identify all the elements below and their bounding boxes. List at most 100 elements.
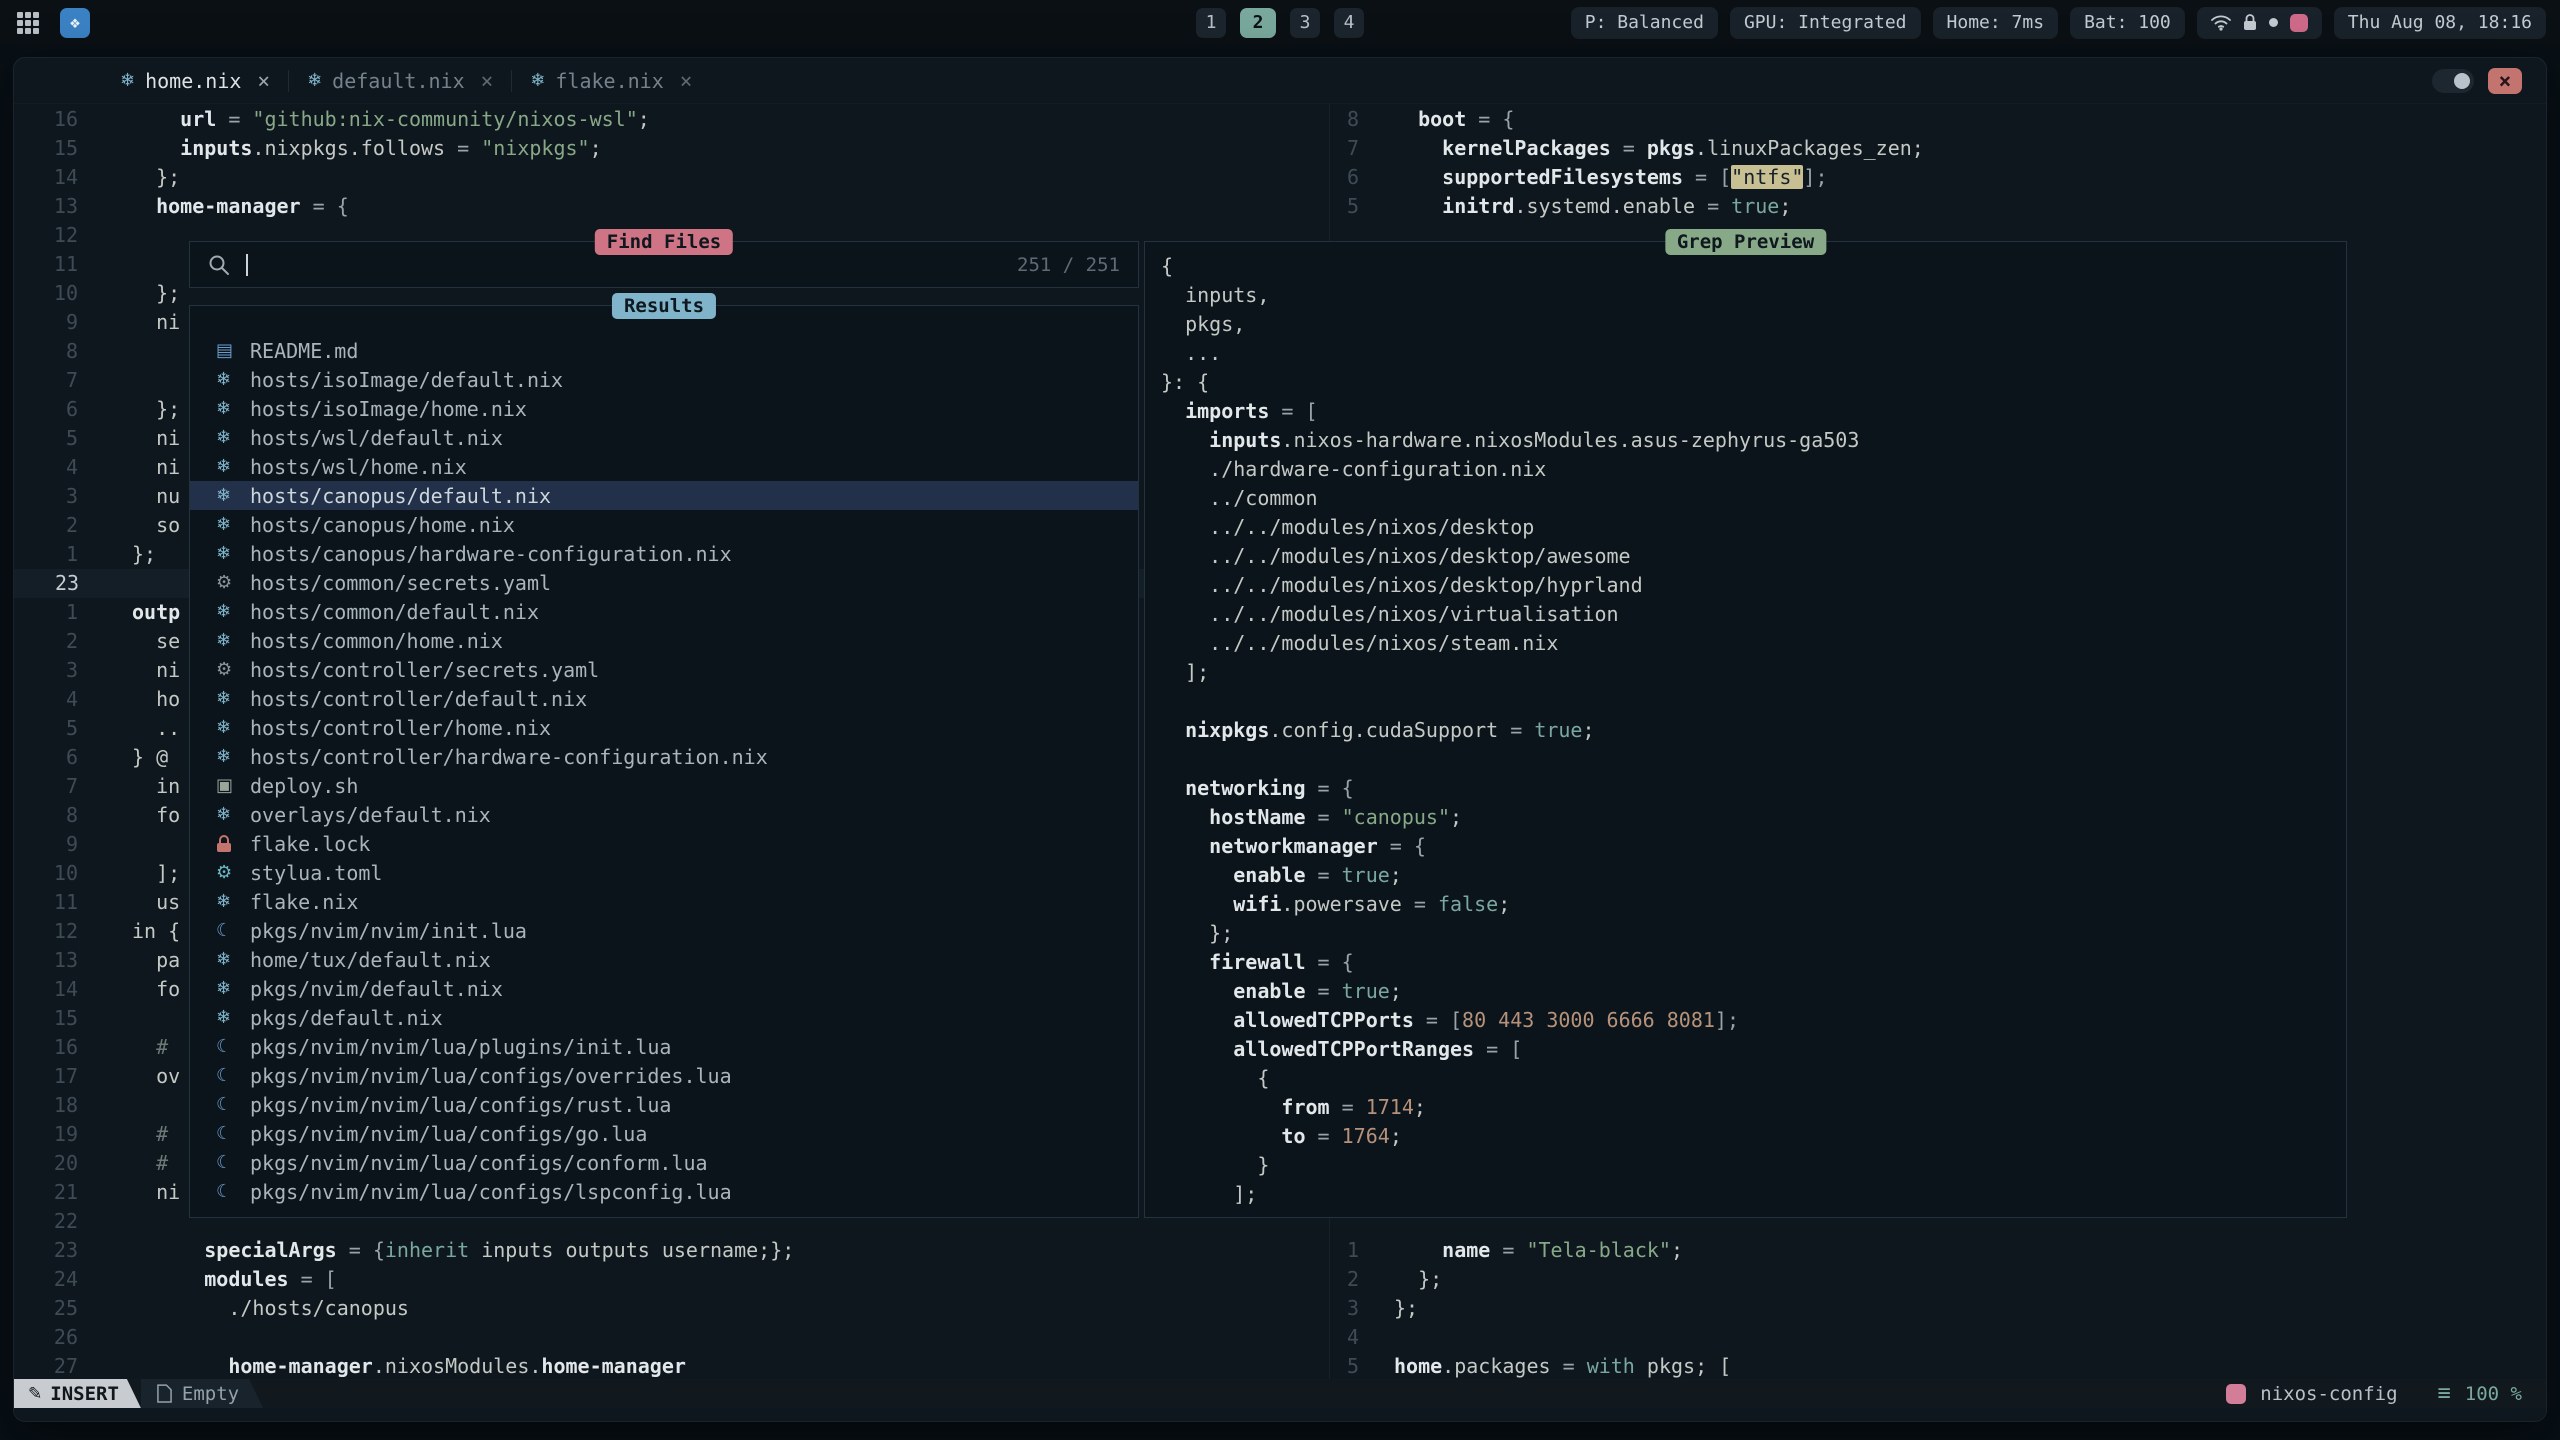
result-item[interactable]: ☾pkgs/nvim/nvim/lua/configs/rust.lua [190,1090,1138,1119]
tab-flake.nix[interactable]: ❄flake.nix× [512,58,710,103]
nix-file-icon: ❄ [216,398,250,419]
tab-default.nix[interactable]: ❄default.nix× [289,58,511,103]
result-item[interactable]: ❄home/tux/default.nix [190,945,1138,974]
line-number: 11 [14,888,78,917]
workspace-button-3[interactable]: 3 [1290,8,1320,38]
nix-file-icon: ❄ [216,630,250,651]
code-line[interactable]: 6 supportedFilesystems = ["ntfs"]; [1330,163,2546,192]
battery-module[interactable]: Bat: 100 [2070,7,2185,39]
code-line[interactable]: 23 specialArgs = {inherit inputs outputs… [14,1236,1329,1265]
result-item[interactable]: ❄hosts/controller/default.nix [190,684,1138,713]
result-counter: 251 / 251 [1017,254,1120,276]
tab-home.nix[interactable]: ❄home.nix× [102,58,288,103]
result-item[interactable]: ❄hosts/canopus/home.nix [190,510,1138,539]
power-profile-module[interactable]: P: Balanced [1571,7,1718,39]
result-item[interactable]: ⚙hosts/common/secrets.yaml [190,568,1138,597]
line-number: 26 [14,1323,78,1352]
result-item[interactable]: ❄hosts/isoImage/home.nix [190,394,1138,423]
code-line[interactable]: 1 name = "Tela-black"; [1330,1236,2546,1265]
result-item[interactable]: ❄hosts/common/home.nix [190,626,1138,655]
line-text: in [132,772,180,801]
line-text: ni [132,1178,180,1207]
workspace-button-4[interactable]: 4 [1334,8,1364,38]
file-icon [157,1384,172,1403]
latency-module[interactable]: Home: 7ms [1933,7,2059,39]
line-text: supportedFilesystems = ["ntfs"]; [1394,163,1828,192]
line-text: boot = { [1394,105,1514,134]
preview-line: to = 1764; [1161,1122,2346,1151]
line-text: home-manager.nixosModules.home-manager [132,1352,686,1381]
preview-line: firewall = { [1161,948,2346,977]
line-number: 20 [14,1149,78,1178]
code-line[interactable]: 5home.packages = with pkgs; [ [1330,1352,2546,1381]
code-line[interactable]: 8 boot = { [1330,105,2546,134]
result-item[interactable]: ❄hosts/controller/home.nix [190,713,1138,742]
code-line[interactable]: 13 home-manager = { [14,192,1329,221]
tab-close-icon[interactable]: × [680,69,693,93]
line-text: }; [132,540,156,569]
line-number: 2 [14,627,78,656]
result-item[interactable]: ▤README.md [190,336,1138,365]
gpu-module[interactable]: GPU: Integrated [1730,7,1921,39]
code-line[interactable]: 4 [1330,1323,2546,1352]
clock-module[interactable]: Thu Aug 08, 18:16 [2334,7,2546,39]
mode-indicator: ✎ INSERT [14,1379,141,1408]
code-line[interactable]: 5 initrd.systemd.enable = true; [1330,192,2546,221]
line-text: ]; [132,859,180,888]
result-item[interactable]: ❄hosts/wsl/home.nix [190,452,1138,481]
code-line[interactable]: 25 ./hosts/canopus [14,1294,1329,1323]
line-number: 13 [14,192,78,221]
window-close-button[interactable]: × [2488,68,2522,94]
result-list: ▤README.md❄hosts/isoImage/default.nix❄ho… [190,306,1138,1206]
result-item[interactable]: ❄pkgs/nvim/default.nix [190,974,1138,1003]
nix-file-icon: ❄ [216,369,250,390]
pencil-icon: ✎ [28,1384,42,1404]
result-item[interactable]: ☾pkgs/nvim/nvim/lua/configs/go.lua [190,1119,1138,1148]
line-number: 14 [14,163,78,192]
code-line[interactable]: 3}; [1330,1294,2546,1323]
code-line[interactable]: 7 kernelPackages = pkgs.linuxPackages_ze… [1330,134,2546,163]
workspace-app-icon[interactable]: ❖ [60,8,90,38]
result-item[interactable]: ☾pkgs/nvim/nvim/lua/configs/lspconfig.lu… [190,1177,1138,1206]
code-line[interactable]: 24 modules = [ [14,1265,1329,1294]
result-item[interactable]: ❄hosts/common/default.nix [190,597,1138,626]
result-item[interactable]: ❄flake.nix [190,887,1138,916]
result-item[interactable]: ❄overlays/default.nix [190,800,1138,829]
result-item[interactable]: flake.lock [190,829,1138,858]
code-line[interactable]: 16 url = "github:nix-community/nixos-wsl… [14,105,1329,134]
result-item[interactable]: ⚙stylua.toml [190,858,1138,887]
result-item[interactable]: ▣deploy.sh [190,771,1138,800]
code-line[interactable]: 15 inputs.nixpkgs.follows = "nixpkgs"; [14,134,1329,163]
preview-line: { [1161,252,2346,281]
theme-toggle[interactable] [2432,69,2474,93]
app-launcher-icon[interactable] [14,9,42,37]
result-item[interactable]: ❄hosts/canopus/default.nix [190,481,1138,510]
code-line[interactable]: 14 }; [14,163,1329,192]
line-number: 4 [1330,1323,1359,1352]
code-line[interactable]: 2 }; [1330,1265,2546,1294]
result-item[interactable]: ❄pkgs/default.nix [190,1003,1138,1032]
line-number: 11 [14,250,78,279]
result-item[interactable]: ❄hosts/controller/hardware-configuration… [190,742,1138,771]
result-filename: hosts/wsl/home.nix [250,455,467,479]
workspace-button-2[interactable]: 2 [1240,8,1276,38]
result-item[interactable]: ☾pkgs/nvim/nvim/init.lua [190,916,1138,945]
result-item[interactable]: ❄hosts/wsl/default.nix [190,423,1138,452]
result-item[interactable]: ⚙hosts/controller/secrets.yaml [190,655,1138,684]
system-tray-module[interactable] [2197,7,2322,39]
line-number: 7 [14,366,78,395]
result-item[interactable]: ❄hosts/isoImage/default.nix [190,365,1138,394]
code-line[interactable]: 26 [14,1323,1329,1352]
result-item[interactable]: ☾pkgs/nvim/nvim/lua/configs/conform.lua [190,1148,1138,1177]
workspace-button-1[interactable]: 1 [1196,8,1226,38]
tab-close-icon[interactable]: × [257,69,270,93]
tab-close-icon[interactable]: × [481,69,494,93]
result-item[interactable]: ☾pkgs/nvim/nvim/lua/plugins/init.lua [190,1032,1138,1061]
code-line[interactable]: 27 home-manager.nixosModules.home-manage… [14,1352,1329,1381]
result-item[interactable]: ❄hosts/canopus/hardware-configuration.ni… [190,539,1138,568]
line-text: nu [132,482,180,511]
find-files-prompt[interactable]: Find Files 251 / 251 [189,241,1139,288]
line-number: 22 [14,1207,78,1236]
result-item[interactable]: ☾pkgs/nvim/nvim/lua/configs/overrides.lu… [190,1061,1138,1090]
tabbar-controls: × [2432,68,2522,94]
